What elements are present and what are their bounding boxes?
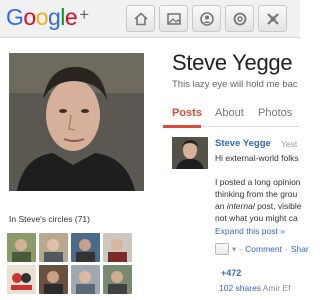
tab-posts[interactable]: Posts <box>172 107 202 119</box>
circles-button[interactable] <box>225 5 254 32</box>
post-timestamp[interactable]: Yest <box>281 139 297 149</box>
circle-member-avatar[interactable] <box>71 265 100 294</box>
post-author-name[interactable]: Steve Yegge <box>215 138 271 149</box>
google-plus-logo[interactable]: Google + <box>6 4 89 31</box>
circle-member-avatar[interactable] <box>103 265 132 294</box>
chevron-down-icon[interactable]: ▾ <box>232 244 236 255</box>
profile-tagline: This lazy eye will hold me bac <box>172 79 298 90</box>
post-actions: ▾ - Comment - Shar <box>215 243 309 255</box>
share-count[interactable]: 102 shares <box>219 283 261 293</box>
tab-photos[interactable]: Photos <box>258 107 292 119</box>
circle-member-avatar[interactable] <box>103 233 132 262</box>
post-text-line: thinking from the grou <box>215 189 298 199</box>
nav-icon-bar <box>126 5 287 32</box>
circle-member-avatar[interactable] <box>39 265 68 294</box>
sharer-names[interactable]: - Amir Ef <box>258 283 291 293</box>
games-icon <box>266 12 279 25</box>
circle-member-avatar[interactable] <box>7 233 36 262</box>
circle-member-avatar[interactable] <box>39 233 68 262</box>
home-icon <box>133 11 148 25</box>
comment-link[interactable]: Comment <box>245 244 282 254</box>
tab-about[interactable]: About <box>215 107 244 119</box>
post-greeting: Hi external-world folks <box>215 153 299 163</box>
post-emphasis: internal <box>226 201 255 211</box>
games-button[interactable] <box>258 5 287 32</box>
circle-member-avatar[interactable] <box>7 265 36 294</box>
circles-icon <box>233 12 246 25</box>
profile-tabs: Posts About Photos <box>163 100 300 127</box>
photos-button[interactable] <box>159 5 188 32</box>
plus-one-button[interactable] <box>215 243 229 255</box>
profile-button[interactable] <box>192 5 221 32</box>
profile-name: Steve Yegge <box>172 50 293 75</box>
post-author-avatar[interactable] <box>172 137 208 169</box>
post-text-line: I posted a long opinion <box>215 177 301 187</box>
circles-heading: In Steve's circles (71) <box>9 214 90 224</box>
home-button[interactable] <box>126 5 155 32</box>
circle-member-avatar[interactable] <box>71 233 100 262</box>
plus-one-count[interactable]: +472 <box>221 268 241 278</box>
active-tab-indicator <box>163 125 201 128</box>
circles-avatar-grid <box>7 233 133 294</box>
post-text-line: not what you might ca <box>215 213 298 223</box>
photos-icon <box>166 12 181 25</box>
profile-photo <box>9 53 144 191</box>
post-text-line: an internal post, visible <box>215 201 302 211</box>
share-link[interactable]: Shar <box>291 244 309 254</box>
expand-post-link[interactable]: Expand this post » <box>215 226 285 236</box>
top-bar: Google + <box>0 0 300 38</box>
profile-icon <box>199 11 214 26</box>
